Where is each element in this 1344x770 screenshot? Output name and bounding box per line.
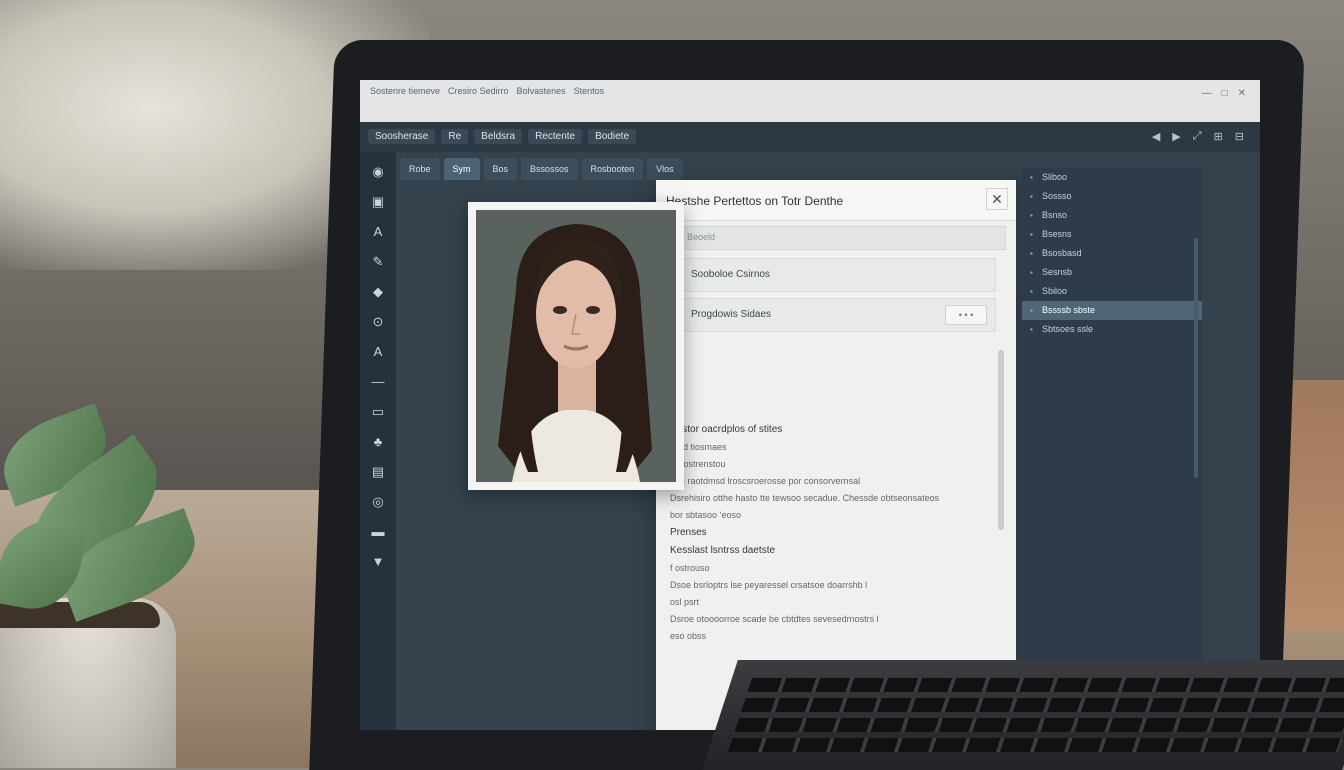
tab[interactable]: Vlos: [647, 158, 683, 180]
list-item: Prenses: [670, 527, 707, 538]
frame-icon[interactable]: ▭: [368, 402, 388, 422]
layers-panel: SlibooSosssoBsnsoBsesnsBsosbasdSesnsbSbi…: [1022, 168, 1202, 730]
title-tab[interactable]: Sostenre tiemeve: [370, 86, 440, 96]
key-row: [740, 698, 1344, 712]
layer-item[interactable]: Sbiloo: [1022, 282, 1202, 301]
portrait-frame[interactable]: [468, 202, 684, 490]
more-button[interactable]: • • •: [945, 305, 987, 325]
key-row: [734, 718, 1344, 732]
keyboard: [702, 660, 1344, 770]
panel-icon[interactable]: ⊟: [1235, 130, 1244, 143]
menu-items: Soosherase Re Beldsra Rectente Bodiete: [368, 129, 637, 144]
tab-active[interactable]: Sym: [443, 158, 480, 180]
tab[interactable]: Robe: [400, 158, 440, 180]
list-item: Paid tiosmaes: [670, 442, 727, 452]
title-tab[interactable]: Stentos: [574, 86, 605, 96]
maximize-icon[interactable]: □: [1222, 88, 1228, 99]
layer-item[interactable]: Bsosbasd: [1022, 244, 1202, 263]
layer-item[interactable]: Bssssb sbste: [1022, 301, 1202, 320]
section-label: Sooboloe Csirnos: [691, 269, 770, 280]
dialog-scrollbar[interactable]: [998, 350, 1004, 530]
menu-bar: Soosherase Re Beldsra Rectente Bodiete ◀…: [360, 122, 1260, 152]
title-bar: Sostenre tiemeve Cresiro Sedirro Bolvast…: [360, 80, 1260, 122]
minimize-icon[interactable]: —: [1202, 88, 1212, 99]
pen-icon[interactable]: ✎: [368, 252, 388, 272]
dialog-header: Hestshe Pertettos on Totr Denthe ✕: [656, 180, 1016, 221]
close-icon[interactable]: ✕: [1238, 88, 1246, 99]
target-icon[interactable]: ⊙: [368, 312, 388, 332]
section-row-active[interactable]: ⊙ Progdowis Sidaes • • •: [664, 298, 996, 332]
list-item: Kesslast lsntrss daetste: [670, 545, 776, 556]
shape-icon[interactable]: ◆: [368, 282, 388, 302]
details-list: Sostor oacrdplos of stites Paid tiosmaes A…: [670, 424, 1010, 648]
list-item: Psc raotdmsd lroscsroerosse por consorve…: [670, 476, 861, 486]
list-item: osl psrt: [670, 597, 700, 607]
layer-item[interactable]: Bsnso: [1022, 206, 1202, 225]
menu-item[interactable]: Soosherase: [368, 129, 436, 144]
key-row: [747, 678, 1344, 692]
list-item: Sostor oacrdplos of stites: [670, 424, 783, 435]
menu-item[interactable]: Bodiete: [588, 129, 637, 144]
layer-item[interactable]: Sossso: [1022, 187, 1202, 206]
font-icon[interactable]: A: [368, 342, 388, 362]
dropdown-icon[interactable]: ▼: [368, 552, 388, 572]
list-item: An ostrenstou: [670, 459, 726, 469]
window-controls: — □ ✕: [1202, 88, 1246, 99]
image-icon[interactable]: ▤: [368, 462, 388, 482]
left-toolbar: ◉ ▣ A ✎ ◆ ⊙ A — ▭ ♣ ▤ ◎ ▬ ▼: [360, 152, 396, 730]
forward-icon[interactable]: ▶: [1172, 130, 1180, 143]
tab[interactable]: Bos: [483, 158, 518, 180]
title-tabs: Sostenre tiemeve Cresiro Sedirro Bolvast…: [370, 86, 604, 96]
search-input[interactable]: ⌕ Beoeld: [664, 226, 1006, 250]
properties-dialog: Hestshe Pertettos on Totr Denthe ✕ ⌕ Beo…: [656, 180, 1016, 730]
list-item: bor sbtasoo ‘eoso: [670, 510, 742, 520]
dialog-title: Hestshe Pertettos on Totr Denthe: [666, 194, 844, 208]
section-row[interactable]: ◷ Sooboloe Csirnos: [664, 258, 996, 292]
dialog-close-button[interactable]: ✕: [986, 188, 1008, 210]
list-item: Dsroe otoooorroe scade be cbtdtes sevese…: [670, 614, 879, 624]
select-icon[interactable]: ▣: [368, 192, 388, 212]
grid-icon[interactable]: ⊞: [1214, 130, 1223, 143]
list-item: f ostrouso: [670, 563, 710, 573]
menu-item[interactable]: Beldsra: [474, 129, 523, 144]
tab[interactable]: Rosbooten: [581, 158, 644, 180]
layer-item[interactable]: Bsesns: [1022, 225, 1202, 244]
portrait-image: [476, 210, 676, 482]
list-item: Dsrehisiro otthe hasto tte tewsoo secadu…: [670, 493, 940, 503]
section-label: Progdowis Sidaes: [691, 309, 772, 320]
menu-item[interactable]: Rectente: [528, 129, 583, 144]
circle-icon[interactable]: ◎: [368, 492, 388, 512]
tab[interactable]: Bssossos: [521, 158, 578, 180]
laptop-screen: Sostenre tiemeve Cresiro Sedirro Bolvast…: [360, 80, 1260, 730]
title-tab[interactable]: Bolvastenes: [517, 86, 566, 96]
bar-icon[interactable]: ▬: [368, 522, 388, 542]
portrait-illustration: [476, 210, 676, 482]
list-item: eso obss: [670, 631, 707, 641]
layer-item[interactable]: Sliboo: [1022, 168, 1202, 187]
home-icon[interactable]: ◉: [368, 162, 388, 182]
title-tab[interactable]: Cresiro Sedirro: [448, 86, 509, 96]
back-icon[interactable]: ◀: [1152, 130, 1160, 143]
line-icon[interactable]: —: [368, 372, 388, 392]
search-placeholder: Beoeld: [687, 232, 716, 242]
layer-item[interactable]: Sesnsb: [1022, 263, 1202, 282]
tree-icon[interactable]: ♣: [368, 432, 388, 452]
toolbar-right: ◀ ▶ ⤢ ⊞ ⊟: [1152, 130, 1244, 143]
key-row: [727, 738, 1343, 752]
text-icon[interactable]: A: [368, 222, 388, 242]
menu-item[interactable]: Re: [441, 129, 469, 144]
list-item: Dsoe bsrloptrs lse peyaressel crsatsoe d…: [670, 580, 868, 590]
layer-item[interactable]: Sbtsoes ssle: [1022, 320, 1202, 339]
expand-icon[interactable]: ⤢: [1193, 130, 1202, 143]
panel-scrollbar[interactable]: [1194, 238, 1198, 478]
tab-bar: Robe Sym Bos Bssossos Rosbooten Vlos: [400, 158, 683, 180]
